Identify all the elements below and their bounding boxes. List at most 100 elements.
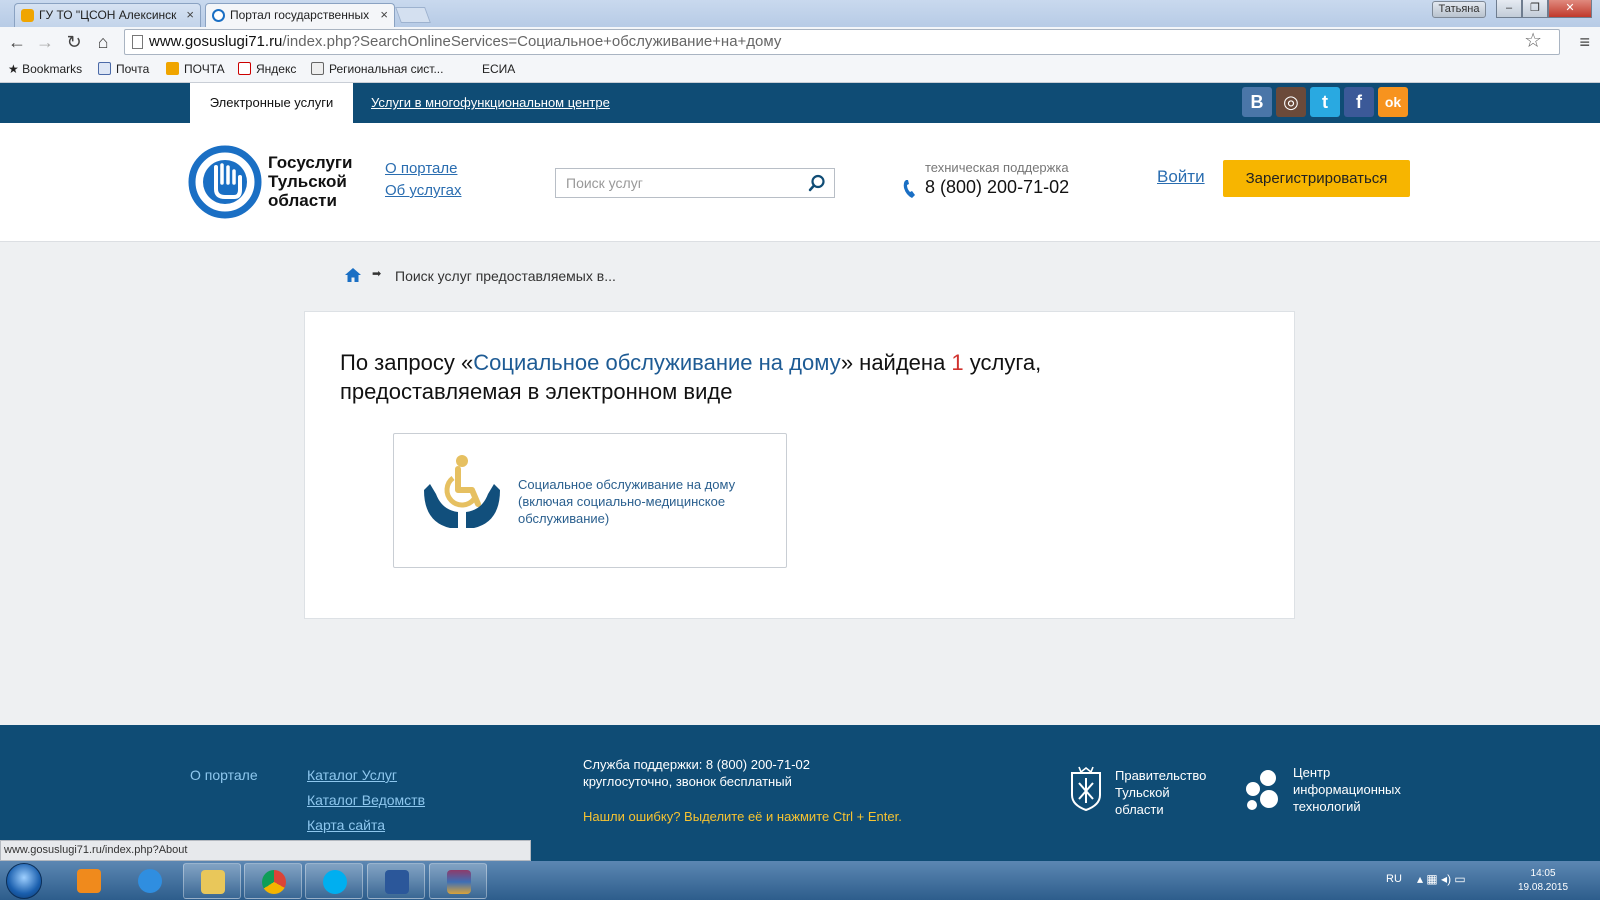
- star-icon: ★: [8, 62, 23, 76]
- about-services-link[interactable]: Об услугах: [385, 182, 462, 199]
- flag-icon: ▦: [1426, 872, 1438, 886]
- login-link[interactable]: Войти: [1157, 167, 1205, 187]
- odnoklassniki-favicon-icon: [21, 9, 34, 22]
- footer-government[interactable]: Правительство Тульской области: [1115, 767, 1206, 818]
- bookmark-pochta[interactable]: Почта: [98, 62, 149, 76]
- taskbar-internet-explorer[interactable]: [121, 863, 179, 899]
- tula-coat-of-arms-icon[interactable]: [1069, 765, 1103, 811]
- footer-agencies-catalog-link[interactable]: Каталог Ведомств: [307, 792, 425, 808]
- word-icon: [385, 870, 409, 894]
- maximize-button[interactable]: ❐: [1522, 0, 1548, 18]
- service-title: Социальное обслуживание на дому (включая…: [518, 477, 736, 526]
- browser-toolbar: ← → ↻ ⌂ www.gosuslugi71.ru/index.php?Sea…: [0, 27, 1600, 57]
- browser-menu-icon[interactable]: ≡: [1579, 32, 1590, 53]
- footer-sitemap-link[interactable]: Карта сайта: [307, 817, 385, 833]
- page-icon: [311, 62, 324, 75]
- close-tab-icon[interactable]: ×: [186, 7, 194, 22]
- bookmark-regional[interactable]: Региональная сист...: [311, 62, 443, 76]
- tray-clock[interactable]: 14:05 19.08.2015: [1518, 867, 1568, 895]
- bookmarks-bar: ★ Bookmarks Почта ПОЧТА Яндекс Региональ…: [0, 57, 1600, 83]
- browser-user-badge[interactable]: Татьяна: [1432, 1, 1486, 18]
- new-tab-button[interactable]: [395, 7, 431, 23]
- browser-tab-portal[interactable]: Портал государственных ×: [205, 3, 395, 27]
- tab-title: ГУ ТО "ЦСОН Алексинск: [39, 8, 177, 22]
- address-bar[interactable]: www.gosuslugi71.ru/index.php?SearchOnlin…: [124, 29, 1560, 55]
- search-icon[interactable]: [808, 174, 826, 192]
- support-label: техническая поддержка: [925, 160, 1069, 175]
- mail-icon: [98, 62, 111, 75]
- about-portal-link[interactable]: О портале: [385, 160, 457, 177]
- back-icon[interactable]: ←: [6, 31, 28, 53]
- close-tab-icon[interactable]: ×: [380, 7, 388, 22]
- browser-tabstrip: ГУ ТО "ЦСОН Алексинск × Портал государст…: [0, 0, 1600, 27]
- tab-electronic-services[interactable]: Электронные услуги: [190, 83, 353, 123]
- tab-title: Портал государственных: [230, 8, 370, 22]
- yandex-icon: [238, 62, 251, 75]
- home-page-icon[interactable]: ⌂: [92, 31, 114, 53]
- taskbar-word[interactable]: [367, 863, 425, 899]
- winrar-icon: [447, 870, 471, 894]
- footer-error-hint: Нашли ошибку? Выделите её и нажмите Ctrl…: [583, 809, 902, 824]
- status-bar-url: www.gosuslugi71.ru/index.php?About: [0, 840, 531, 861]
- search-results-card: По запросу «Социальное обслуживание на д…: [304, 311, 1295, 619]
- odnoklassniki-icon: [166, 62, 179, 75]
- bookmark-pochta-ok[interactable]: ПОЧТА: [166, 62, 225, 76]
- start-button[interactable]: [6, 863, 42, 899]
- site-top-bar: Электронные услуги Услуги в многофункцио…: [0, 83, 1600, 123]
- close-window-button[interactable]: ✕: [1548, 0, 1592, 18]
- breadcrumb-arrow-icon: ➡: [372, 268, 382, 280]
- chrome-icon: [262, 870, 286, 894]
- url-path: /index.php?SearchOnlineServices=Социальн…: [282, 33, 782, 50]
- windows-taskbar: RU ▴ ▦ ◂) ▭ 14:05 19.08.2015: [0, 861, 1600, 900]
- bookmark-yandex[interactable]: Яндекс: [238, 62, 296, 76]
- odnoklassniki-icon[interactable]: ok: [1378, 87, 1408, 117]
- tray-language[interactable]: RU: [1386, 873, 1402, 885]
- twitter-icon[interactable]: t: [1310, 87, 1340, 117]
- results-count: 1: [951, 350, 964, 375]
- footer-support: Служба поддержки: 8 (800) 200-71-02 круг…: [583, 757, 811, 789]
- social-care-icon: [424, 455, 500, 528]
- forward-icon[interactable]: →: [34, 31, 56, 53]
- gosuslugi-favicon-icon: [212, 9, 225, 22]
- register-button[interactable]: Зарегистрироваться: [1223, 160, 1410, 197]
- home-icon[interactable]: [344, 267, 362, 283]
- taskbar-media-player[interactable]: [60, 863, 118, 899]
- search-box: [555, 168, 835, 198]
- browser-tab-tson[interactable]: ГУ ТО "ЦСОН Алексинск ×: [14, 3, 201, 27]
- skype-icon: [323, 870, 347, 894]
- it-center-logo-icon[interactable]: [1244, 769, 1280, 811]
- reload-icon[interactable]: ↻: [63, 31, 85, 53]
- footer-services-catalog-link[interactable]: Каталог Услуг: [307, 767, 397, 783]
- vk-icon[interactable]: B: [1242, 87, 1272, 117]
- service-tile[interactable]: Социальное обслуживание на дому (включая…: [393, 433, 787, 568]
- bookmark-bookmarks[interactable]: ★ Bookmarks: [8, 62, 82, 76]
- internet-explorer-icon: [138, 869, 162, 893]
- gosuslugi-logo-icon[interactable]: [188, 145, 262, 219]
- phone-icon: [903, 180, 915, 198]
- taskbar-explorer[interactable]: [183, 863, 241, 899]
- taskbar-skype[interactable]: [305, 863, 363, 899]
- bookmark-star-icon[interactable]: ☆: [1524, 28, 1542, 53]
- search-input[interactable]: [556, 169, 796, 197]
- taskbar-winrar[interactable]: [429, 863, 487, 899]
- media-player-icon: [77, 869, 101, 893]
- results-title: По запросу «Социальное обслуживание на д…: [340, 350, 1042, 404]
- footer-it-center[interactable]: Центр информационных технологий: [1293, 764, 1401, 815]
- minimize-button[interactable]: –: [1496, 0, 1522, 18]
- facebook-icon[interactable]: f: [1344, 87, 1374, 117]
- url-host: www.gosuslugi71.ru: [149, 33, 283, 50]
- tab-mfc-services[interactable]: Услуги в многофункциональном центре: [371, 83, 610, 123]
- taskbar-chrome[interactable]: [244, 863, 302, 899]
- site-header: Госуслуги Тульской области О портале Об …: [0, 123, 1600, 242]
- network-icon: ▭: [1454, 872, 1466, 886]
- breadcrumb-current: Поиск услуг предоставляемых в...: [395, 268, 616, 284]
- footer-about-link[interactable]: О портале: [190, 767, 258, 783]
- bookmark-esia[interactable]: ЕСИА: [482, 62, 515, 76]
- volume-icon: ◂): [1441, 872, 1452, 886]
- logo-text[interactable]: Госуслуги Тульской области: [268, 153, 352, 210]
- query-text: Социальное обслуживание на дому: [473, 350, 841, 375]
- support-phone: 8 (800) 200-71-02: [925, 177, 1070, 197]
- folder-icon: [201, 870, 225, 894]
- instagram-icon[interactable]: ◎: [1276, 87, 1306, 117]
- tray-icons[interactable]: ▴ ▦ ◂) ▭: [1417, 872, 1466, 886]
